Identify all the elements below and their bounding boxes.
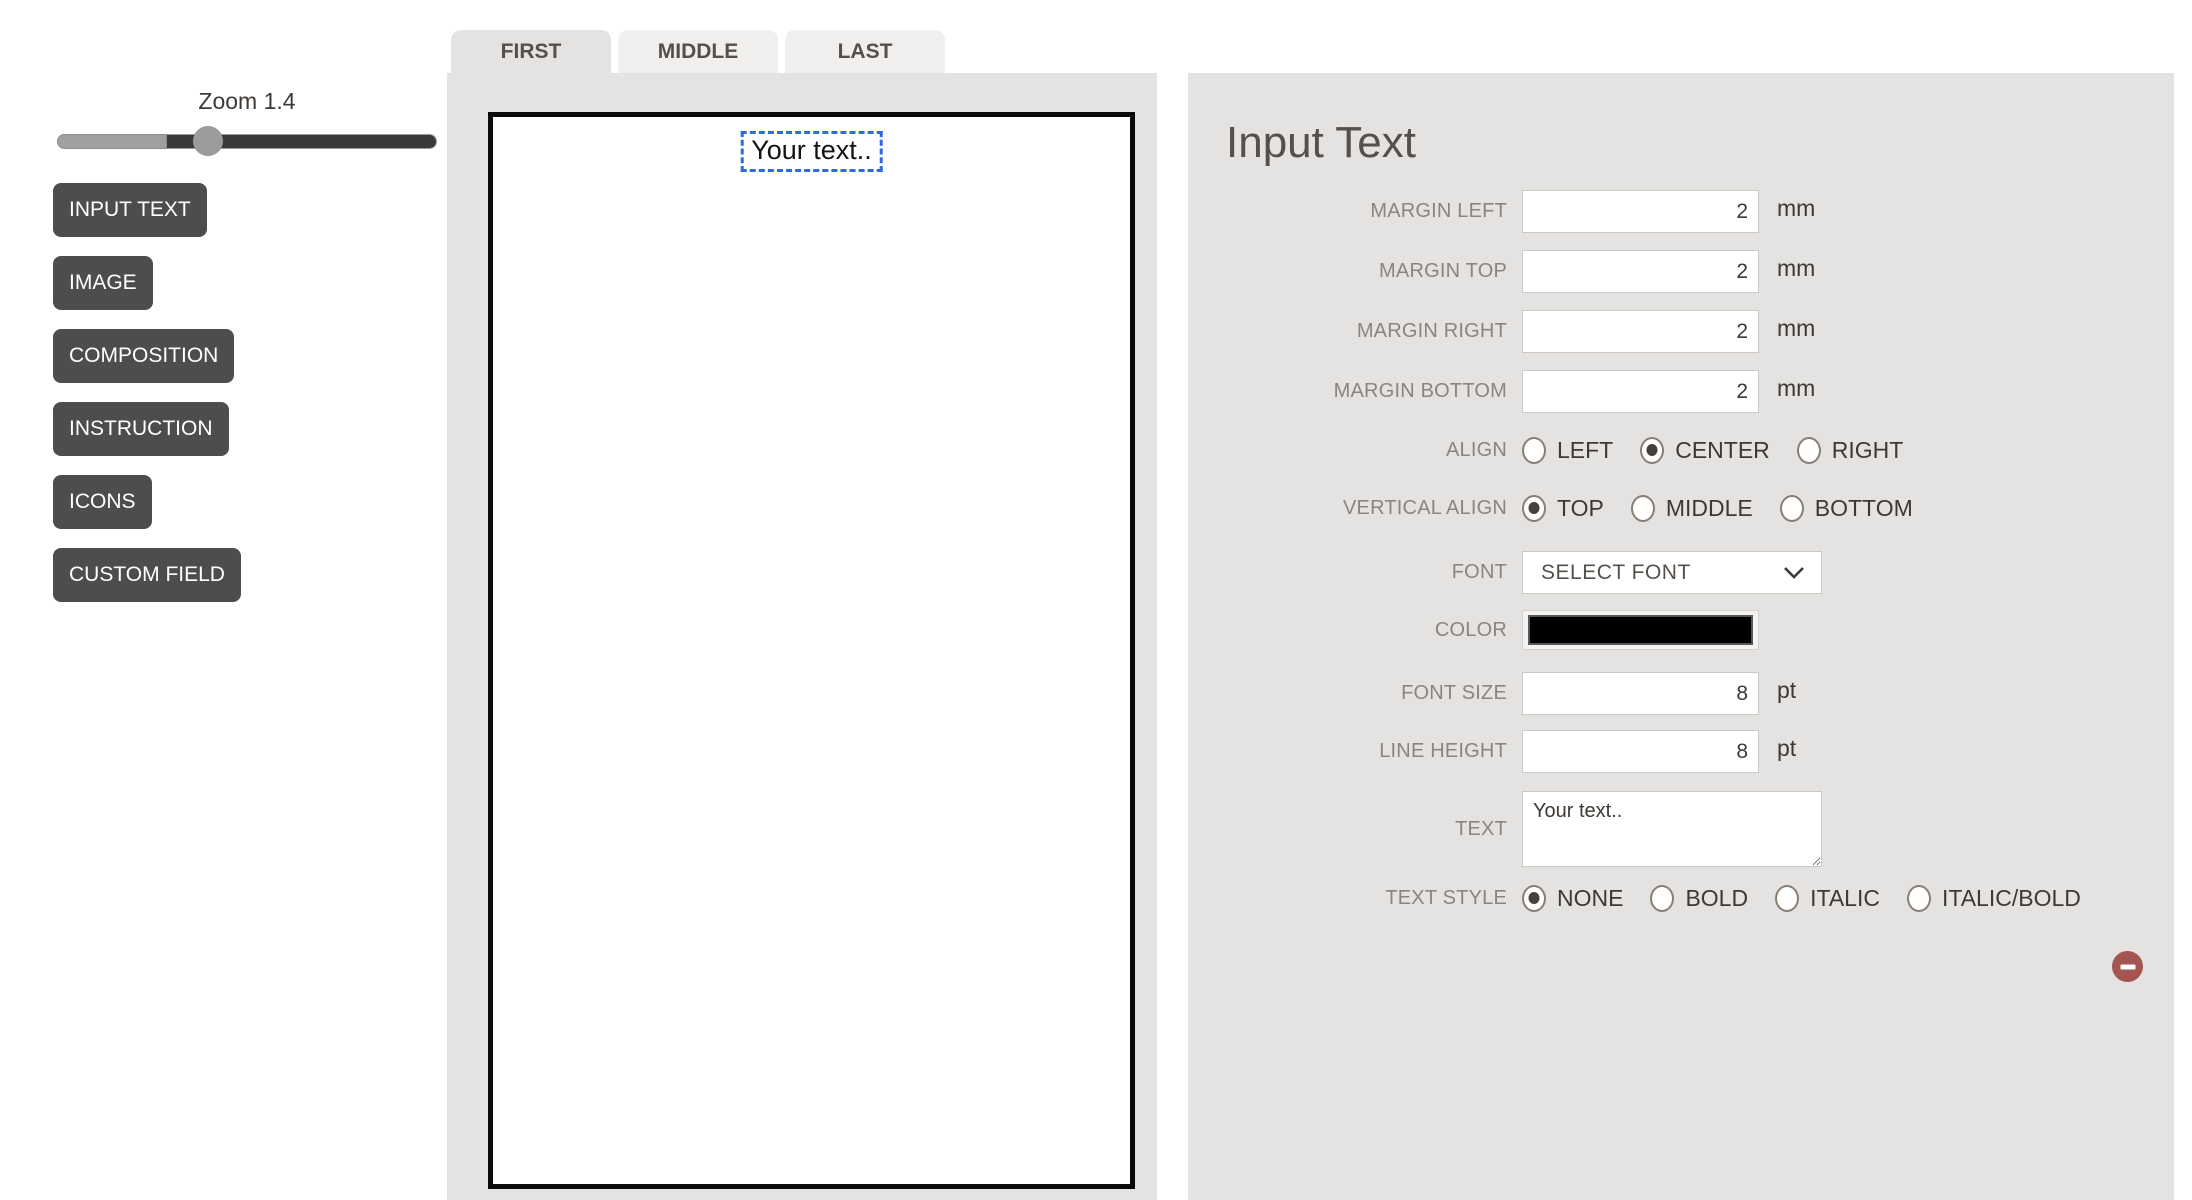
margin-right-input[interactable] [1522,310,1759,353]
zoom-slider-handle[interactable] [193,126,223,156]
radio-button-icon [1780,495,1804,522]
align-radio-group: LEFT CENTER RIGHT [1522,437,1903,464]
radio-button-icon [1797,437,1821,464]
page-tabs: FIRST MIDDLE LAST [451,30,945,73]
font-select[interactable]: SELECT FONT [1522,551,1822,594]
font-size-label: FONT SIZE [1188,682,1522,705]
line-height-input[interactable] [1522,730,1759,773]
margin-top-row: MARGIN TOP mm [1188,250,1815,293]
margin-left-unit: mm [1777,195,1815,222]
font-row: FONT SELECT FONT [1188,551,1822,594]
radio-button-icon [1640,437,1664,464]
radio-button-icon [1522,495,1546,522]
line-height-row: LINE HEIGHT pt [1188,730,1796,773]
remove-element-button[interactable] [2112,951,2143,982]
align-option-left-label: LEFT [1557,437,1613,464]
icons-button[interactable]: ICONS [53,475,152,529]
text-style-radio-group: NONE BOLD ITALIC ITALIC/BOLD [1522,885,2081,912]
font-size-row: FONT SIZE pt [1188,672,1796,715]
style-option-italic-label: ITALIC [1810,885,1880,912]
composition-button[interactable]: COMPOSITION [53,329,234,383]
preview-panel: Your text.. [447,73,1157,1200]
input-text-button[interactable]: INPUT TEXT [53,183,207,237]
valign-option-middle-label: MIDDLE [1666,495,1753,522]
margin-top-input[interactable] [1522,250,1759,293]
chevron-down-icon [1783,566,1805,579]
style-option-italic[interactable]: ITALIC [1775,885,1880,912]
text-style-label: TEXT STYLE [1188,887,1522,910]
font-size-input[interactable] [1522,672,1759,715]
style-option-italic-bold-label: ITALIC/BOLD [1942,885,2081,912]
text-label: TEXT [1188,818,1522,841]
margin-bottom-unit: mm [1777,375,1815,402]
valign-option-top-label: TOP [1557,495,1604,522]
align-option-left[interactable]: LEFT [1522,437,1613,464]
margin-bottom-input[interactable] [1522,370,1759,413]
color-row: COLOR [1188,610,1759,650]
color-swatch-value [1528,615,1753,645]
valign-option-bottom[interactable]: BOTTOM [1780,495,1913,522]
margin-bottom-row: MARGIN BOTTOM mm [1188,370,1815,413]
tab-first[interactable]: FIRST [451,30,611,73]
align-label: ALIGN [1188,439,1522,462]
tab-middle[interactable]: MIDDLE [618,30,778,73]
color-label: COLOR [1188,619,1522,642]
style-option-none[interactable]: NONE [1522,885,1623,912]
valign-option-bottom-label: BOTTOM [1815,495,1913,522]
align-option-right-label: RIGHT [1832,437,1904,464]
tab-last[interactable]: LAST [785,30,945,73]
radio-button-icon [1522,437,1546,464]
margin-left-label: MARGIN LEFT [1188,200,1522,223]
element-toolbox: INPUT TEXT IMAGE COMPOSITION INSTRUCTION… [53,183,241,602]
text-content-input[interactable]: Your text.. [1522,791,1822,867]
font-label: FONT [1188,561,1522,584]
align-row: ALIGN LEFT CENTER RIGHT [1188,430,1903,470]
instruction-button[interactable]: INSTRUCTION [53,402,229,456]
margin-right-unit: mm [1777,315,1815,342]
radio-button-icon [1775,885,1799,912]
text-row: TEXT Your text.. [1188,790,1822,868]
radio-button-icon [1631,495,1655,522]
style-option-none-label: NONE [1557,885,1623,912]
image-button[interactable]: IMAGE [53,256,153,310]
text-style-row: TEXT STYLE NONE BOLD ITALIC ITALIC/BOLD [1188,878,2081,918]
align-option-center-label: CENTER [1675,437,1770,464]
vertical-align-label: VERTICAL ALIGN [1188,497,1522,520]
properties-panel: Input Text MARGIN LEFT mm MARGIN TOP mm … [1188,73,2174,1200]
label-canvas[interactable]: Your text.. [488,112,1135,1189]
font-size-unit: pt [1777,677,1796,704]
valign-option-top[interactable]: TOP [1522,495,1604,522]
label-designer-app: Zoom 1.4 INPUT TEXT IMAGE COMPOSITION IN… [0,0,2192,1200]
zoom-slider[interactable] [57,134,437,149]
align-option-right[interactable]: RIGHT [1797,437,1904,464]
style-option-bold-label: BOLD [1685,885,1748,912]
radio-button-icon [1650,885,1674,912]
style-option-bold[interactable]: BOLD [1650,885,1748,912]
selected-text-element[interactable]: Your text.. [740,131,883,172]
minus-icon [2120,964,2135,969]
align-option-center[interactable]: CENTER [1640,437,1770,464]
font-select-value: SELECT FONT [1541,561,1783,585]
margin-right-row: MARGIN RIGHT mm [1188,310,1815,353]
vertical-align-row: VERTICAL ALIGN TOP MIDDLE BOTTOM [1188,488,1913,528]
margin-left-row: MARGIN LEFT mm [1188,190,1815,233]
color-picker[interactable] [1522,610,1759,650]
radio-button-icon [1907,885,1931,912]
zoom-slider-fill [57,134,167,149]
custom-field-button[interactable]: CUSTOM FIELD [53,548,241,602]
zoom-level-label: Zoom 1.4 [57,88,437,115]
margin-bottom-label: MARGIN BOTTOM [1188,380,1522,403]
margin-left-input[interactable] [1522,190,1759,233]
margin-top-label: MARGIN TOP [1188,260,1522,283]
panel-title: Input Text [1226,118,1416,168]
margin-right-label: MARGIN RIGHT [1188,320,1522,343]
margin-top-unit: mm [1777,255,1815,282]
line-height-unit: pt [1777,735,1796,762]
valign-option-middle[interactable]: MIDDLE [1631,495,1753,522]
vertical-align-radio-group: TOP MIDDLE BOTTOM [1522,495,1913,522]
radio-button-icon [1522,885,1546,912]
line-height-label: LINE HEIGHT [1188,740,1522,763]
style-option-italic-bold[interactable]: ITALIC/BOLD [1907,885,2081,912]
